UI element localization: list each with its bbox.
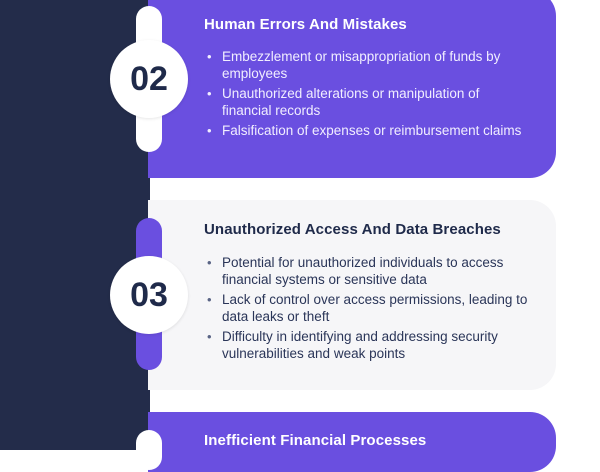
list-item: Unauthorized alterations or manipulation… (204, 85, 532, 119)
step-title: Inefficient Financial Processes (204, 432, 427, 449)
list-item: Embezzlement or misappropriation of fund… (204, 48, 532, 82)
list-item: Lack of control over access permissions,… (204, 291, 532, 325)
list-item: Difficulty in identifying and addressing… (204, 328, 532, 362)
step-card-02: Human Errors And Mistakes Embezzlement o… (148, 0, 556, 178)
step-card-04: Inefficient Financial Processes (148, 412, 556, 472)
step-title: Unauthorized Access And Data Breaches (204, 221, 501, 238)
list-item: Falsification of expenses or reimburseme… (204, 122, 532, 139)
step-card-03: Unauthorized Access And Data Breaches Po… (148, 200, 556, 390)
timeline-pill (136, 430, 162, 470)
step-title: Human Errors And Mistakes (204, 16, 407, 33)
list-item: Potential for unauthorized individuals t… (204, 254, 532, 288)
step-number-badge: 02 (110, 40, 188, 118)
step-point-list: Potential for unauthorized individuals t… (204, 254, 532, 365)
step-point-list: Embezzlement or misappropriation of fund… (204, 48, 532, 142)
step-number-badge: 03 (110, 256, 188, 334)
